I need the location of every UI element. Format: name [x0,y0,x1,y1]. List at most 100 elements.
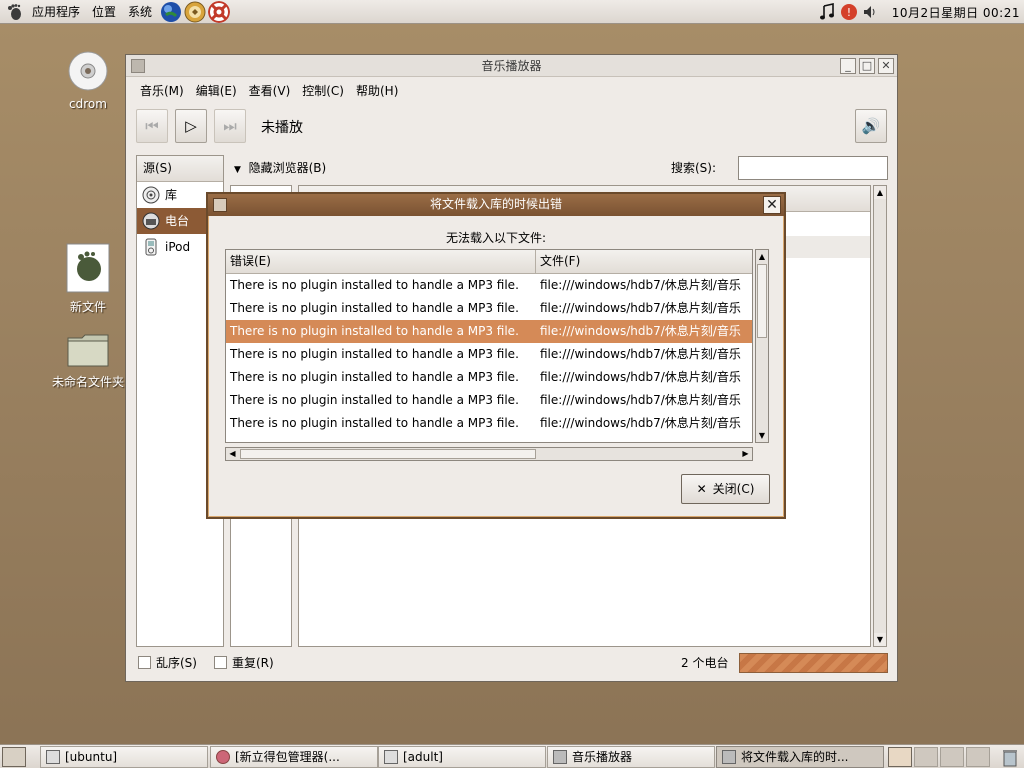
system-menu[interactable]: 系统 [122,0,158,24]
taskbar-item-active[interactable]: 将文件载入库的时... [716,746,884,768]
menu-help[interactable]: 帮助(H) [350,82,404,99]
table-row[interactable]: There is no plugin installed to handle a… [226,389,752,412]
music-note-icon[interactable] [818,3,836,21]
shuffle-checkbox[interactable] [138,656,151,669]
error-table-hscrollbar[interactable]: ◀ ▶ [225,447,753,461]
scroll-thumb[interactable] [240,449,536,459]
file-cell: file:///windows/hdb7/休息片刻/音乐 [540,301,741,315]
scroll-up-icon[interactable]: ▲ [874,186,886,199]
scroll-left-icon[interactable]: ◀ [226,448,239,460]
taskbar-item[interactable]: [ubuntu] [40,746,208,768]
next-button[interactable]: ⏭ [214,109,246,143]
trash-icon[interactable] [1000,747,1020,767]
task-label: [adult] [403,750,443,764]
menu-edit[interactable]: 编辑(E) [190,82,243,99]
taskbar-item[interactable]: [新立得包管理器(... [210,746,378,768]
window-icon [722,750,736,764]
source-label: iPod [165,240,191,254]
places-menu[interactable]: 位置 [86,0,122,24]
email-client-icon[interactable] [184,1,206,23]
previous-button[interactable]: ⏮ [136,109,168,143]
window-menu-icon[interactable] [131,59,145,73]
desktop-icon-label: 新文件 [69,300,106,314]
folder-icon [384,750,398,764]
scroll-right-icon[interactable]: ▶ [739,448,752,460]
scroll-thumb[interactable] [757,264,767,338]
table-row[interactable]: There is no plugin installed to handle a… [226,274,752,297]
taskbar-item[interactable]: 音乐播放器 [547,746,715,768]
workspace-2[interactable] [914,747,938,767]
table-row[interactable]: There is no plugin installed to handle a… [226,366,752,389]
play-icon: ▷ [185,117,197,135]
table-row[interactable]: There is no plugin installed to handle a… [226,297,752,320]
cdrom-icon [68,51,108,91]
menubar: 音乐(M) 编辑(E) 查看(V) 控制(C) 帮助(H) [126,77,897,103]
task-label: [新立得包管理器(... [235,750,340,764]
close-button[interactable]: ✕ 关闭(C) [681,474,770,504]
library-icon [142,186,160,204]
source-label: 电台 [165,214,190,228]
scroll-down-icon[interactable]: ▼ [874,633,886,646]
table-row[interactable]: There is no plugin installed to handle a… [226,412,752,435]
error-cell: There is no plugin installed to handle a… [230,370,519,384]
window-menu-icon[interactable] [213,198,227,212]
volume-button[interactable]: 🔊 [855,109,887,143]
error-table: 错误(E) 文件(F) There is no plugin installed… [225,249,753,443]
desktop-icon-label: cdrom [69,97,107,111]
close-window-button[interactable]: ✕ [878,58,894,74]
clock[interactable]: 10月2日星期日 00:21 [882,4,1024,21]
table-row-partial[interactable] [226,435,752,442]
hide-browser-label: 隐藏浏览器(B) [248,161,327,175]
error-table-vscrollbar[interactable]: ▲ ▼ [755,249,769,443]
shuffle-label[interactable]: 乱序(S) [156,654,197,671]
repeat-label[interactable]: 重复(R) [232,654,274,671]
status-bar: 乱序(S) 重复(R) 2 个电台 [136,653,888,673]
menu-view[interactable]: 查看(V) [243,82,297,99]
window-titlebar[interactable]: 音乐播放器 _ □ ✕ [126,55,897,77]
workspace-3[interactable] [940,747,964,767]
applications-menu[interactable]: 应用程序 [26,0,86,24]
web-browser-icon[interactable] [160,1,182,23]
taskbar-item[interactable]: [adult] [378,746,546,768]
dialog-close-icon[interactable]: ✕ [763,196,781,214]
task-label: [ubuntu] [65,750,118,764]
scroll-up-icon[interactable]: ▲ [756,250,768,263]
repeat-checkbox[interactable] [214,656,227,669]
workspace-4[interactable] [966,747,990,767]
gnome-foot-icon[interactable] [6,3,24,21]
search-input[interactable] [738,156,888,180]
table-row-selected[interactable]: There is no plugin installed to handle a… [226,320,752,343]
minimize-button[interactable]: _ [840,58,856,74]
hide-browser-toggle[interactable]: ▼ 隐藏浏览器(B) [234,159,326,176]
menu-control[interactable]: 控制(C) [296,82,350,99]
desktop-icon-unnamed-folder[interactable]: 未命名文件夹 [50,332,126,390]
task-label: 音乐播放器 [572,750,633,764]
play-button[interactable]: ▷ [175,109,207,143]
folder-icon [67,334,109,367]
table-row[interactable]: There is no plugin installed to handle a… [226,343,752,366]
dialog-message: 无法载入以下文件: [445,231,547,245]
workspace-1[interactable] [888,747,912,767]
show-desktop-button[interactable] [2,747,26,767]
desktop-icon-new-file[interactable]: 新文件 [56,243,120,315]
file-cell: file:///windows/hdb7/休息片刻/音乐 [540,416,741,430]
document-icon [66,243,110,293]
error-cell: There is no plugin installed to handle a… [230,301,519,315]
update-notifier-icon[interactable]: ! [840,3,858,21]
source-header[interactable]: 源(S) [137,156,223,182]
file-cell: file:///windows/hdb7/休息片刻/音乐 [540,370,741,384]
help-icon[interactable] [208,0,231,23]
scroll-down-icon[interactable]: ▼ [756,429,768,442]
column-header-error[interactable]: 错误(E) [226,250,536,273]
error-table-header: 错误(E) 文件(F) [226,250,752,274]
volume-icon[interactable] [862,3,880,21]
desktop-icon-cdrom[interactable]: cdrom [58,50,118,111]
window-title: 音乐播放器 [481,59,542,73]
dialog-titlebar[interactable]: 将文件载入库的时候出错 ✕ [208,194,784,216]
column-header-file[interactable]: 文件(F) [536,250,580,273]
error-cell: There is no plugin installed to handle a… [230,416,519,430]
menu-music[interactable]: 音乐(M) [134,82,190,99]
track-list-scrollbar[interactable]: ▲ ▼ [873,185,887,647]
source-label: 库 [165,188,178,202]
maximize-button[interactable]: □ [859,58,875,74]
